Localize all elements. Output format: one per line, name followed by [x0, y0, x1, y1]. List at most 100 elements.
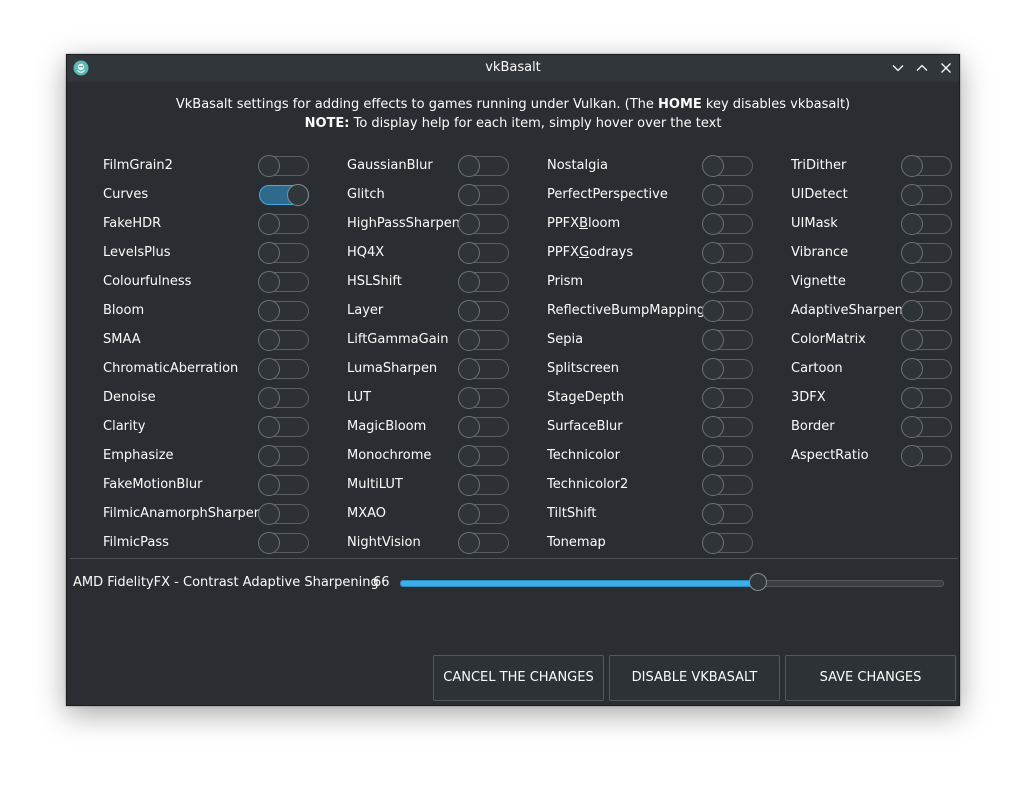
- toggle-filmgrain2[interactable]: [258, 155, 309, 177]
- toggle-knob: [702, 416, 724, 438]
- toggle-adaptivesharpen[interactable]: [901, 300, 952, 322]
- effect-label-colourfulness: Colourfulness: [103, 274, 192, 289]
- close-icon: [941, 63, 951, 73]
- toggle-reflectivebumpmapping[interactable]: [702, 300, 753, 322]
- effect-label-layer: Layer: [347, 303, 384, 318]
- toggle-tiltshift[interactable]: [702, 503, 753, 525]
- toggle-layer[interactable]: [458, 300, 509, 322]
- toggle-knob: [901, 387, 923, 409]
- toggle-perfectperspective[interactable]: [702, 184, 753, 206]
- maximize-button[interactable]: [914, 60, 930, 76]
- toggle-stagedepth[interactable]: [702, 387, 753, 409]
- toggle-clarity[interactable]: [258, 416, 309, 438]
- cancel-changes-button[interactable]: CANCEL THE CHANGES: [433, 655, 604, 701]
- close-button[interactable]: [938, 60, 954, 76]
- effect-label-fakemotionblur: FakeMotionBlur: [103, 477, 203, 492]
- toggle-hslshift[interactable]: [458, 271, 509, 293]
- toggle-knob: [287, 184, 309, 206]
- chevron-up-icon: [916, 64, 928, 71]
- toggle-smaa[interactable]: [258, 329, 309, 351]
- toggle-knob: [702, 213, 724, 235]
- effect-label-ppfxgodrays: PPFXGodrays: [547, 245, 634, 260]
- toggle-knob: [702, 358, 724, 380]
- effect-label-glitch: Glitch: [347, 187, 385, 202]
- toggle-monochrome[interactable]: [458, 445, 509, 467]
- effect-label-surfaceblur: SurfaceBlur: [547, 419, 623, 434]
- toggle-surfaceblur[interactable]: [702, 416, 753, 438]
- toggle-highpasssharpen[interactable]: [458, 213, 509, 235]
- toggle-knob: [458, 532, 480, 554]
- toggle-gaussianblur[interactable]: [458, 155, 509, 177]
- toggle-uidetect[interactable]: [901, 184, 952, 206]
- toggle-nostalgia[interactable]: [702, 155, 753, 177]
- toggle-mxao[interactable]: [458, 503, 509, 525]
- toggle-colourfulness[interactable]: [258, 271, 309, 293]
- toggle-technicolor[interactable]: [702, 445, 753, 467]
- disable-vkbasalt-button[interactable]: DISABLE VKBASALT: [609, 655, 780, 701]
- save-changes-button[interactable]: SAVE CHANGES: [785, 655, 956, 701]
- effect-label-filmicanamorphsharpen: FilmicAnamorphSharpen: [103, 506, 263, 521]
- toggle-bloom[interactable]: [258, 300, 309, 322]
- toggle-denoise[interactable]: [258, 387, 309, 409]
- toggle-knob: [702, 387, 724, 409]
- toggle-lut[interactable]: [458, 387, 509, 409]
- effect-label-uidetect: UIDetect: [791, 187, 848, 202]
- header-key-name: HOME: [658, 97, 702, 112]
- toggle-knob: [702, 329, 724, 351]
- vkbasalt-settings-window: vkBasalt VkBasalt settings for adding ef…: [66, 54, 960, 706]
- toggle-colormatrix[interactable]: [901, 329, 952, 351]
- toggle-knob: [258, 300, 280, 322]
- effect-label-tonemap: Tonemap: [547, 535, 606, 550]
- effect-label-fakehdr: FakeHDR: [103, 216, 162, 231]
- toggle-sepia[interactable]: [702, 329, 753, 351]
- toggle-tonemap[interactable]: [702, 532, 753, 554]
- toggle-emphasize[interactable]: [258, 445, 309, 467]
- toggle-knob: [258, 358, 280, 380]
- toggle-3dfx[interactable]: [901, 387, 952, 409]
- toggle-knob: [702, 271, 724, 293]
- toggle-filmicpass[interactable]: [258, 532, 309, 554]
- cas-sharpening-slider[interactable]: [400, 571, 944, 595]
- toggle-lumasharpen[interactable]: [458, 358, 509, 380]
- toggle-splitscreen[interactable]: [702, 358, 753, 380]
- toggle-curves[interactable]: [259, 184, 309, 206]
- toggle-fakemotionblur[interactable]: [258, 474, 309, 496]
- toggle-knob: [901, 271, 923, 293]
- toggle-ppfxbloom[interactable]: [702, 213, 753, 235]
- effect-label-uimask: UIMask: [791, 216, 838, 231]
- toggle-filmicanamorphsharpen[interactable]: [258, 503, 309, 525]
- toggle-levelsplus[interactable]: [258, 242, 309, 264]
- effect-label-perfectperspective: PerfectPerspective: [547, 187, 668, 202]
- header-line-1: VkBasalt settings for adding effects to …: [67, 95, 959, 114]
- toggle-nightvision[interactable]: [458, 532, 509, 554]
- toggle-fakehdr[interactable]: [258, 213, 309, 235]
- toggle-knob: [702, 445, 724, 467]
- toggle-tridither[interactable]: [901, 155, 952, 177]
- toggle-glitch[interactable]: [458, 184, 509, 206]
- toggle-aspectratio[interactable]: [901, 445, 952, 467]
- toggle-magicbloom[interactable]: [458, 416, 509, 438]
- effect-label-reflectivebumpmapping: ReflectiveBumpMapping: [547, 303, 706, 318]
- toggle-chromaticaberration[interactable]: [258, 358, 309, 380]
- slider-handle[interactable]: [749, 573, 767, 591]
- toggle-technicolor2[interactable]: [702, 474, 753, 496]
- toggle-knob: [458, 445, 480, 467]
- toggle-knob: [258, 155, 280, 177]
- toggle-multilut[interactable]: [458, 474, 509, 496]
- toggle-vignette[interactable]: [901, 271, 952, 293]
- toggle-knob: [258, 503, 280, 525]
- toggle-hq4x[interactable]: [458, 242, 509, 264]
- toggle-border[interactable]: [901, 416, 952, 438]
- titlebar: vkBasalt: [67, 55, 959, 82]
- toggle-knob: [458, 329, 480, 351]
- effect-label-levelsplus: LevelsPlus: [103, 245, 171, 260]
- toggle-prism[interactable]: [702, 271, 753, 293]
- toggle-cartoon[interactable]: [901, 358, 952, 380]
- toggle-liftgammagain[interactable]: [458, 329, 509, 351]
- minimize-button[interactable]: [890, 60, 906, 76]
- toggle-ppfxgodrays[interactable]: [702, 242, 753, 264]
- toggle-uimask[interactable]: [901, 213, 952, 235]
- effect-label-tridither: TriDither: [791, 158, 847, 173]
- toggle-vibrance[interactable]: [901, 242, 952, 264]
- effect-label-chromaticaberration: ChromaticAberration: [103, 361, 239, 376]
